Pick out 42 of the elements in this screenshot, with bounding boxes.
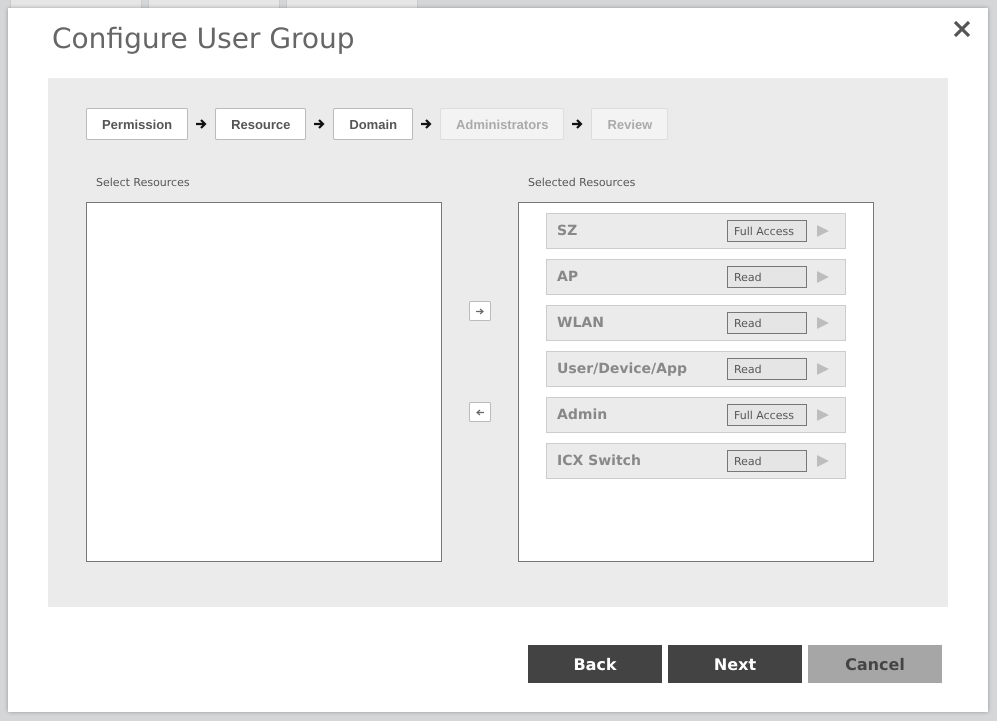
dialog-title: Configure User Group bbox=[52, 22, 356, 57]
resource-row[interactable]: Admin Full Access bbox=[546, 397, 846, 433]
footer-button[interactable]: Back bbox=[528, 645, 662, 683]
access-dropdown[interactable]: Full Access bbox=[727, 404, 807, 426]
access-dropdown[interactable]: Full Access bbox=[727, 220, 807, 242]
list-label: Select Resources bbox=[96, 176, 191, 189]
footer-button[interactable]: Cancel bbox=[808, 645, 942, 683]
wizard-step[interactable]: Resource bbox=[215, 108, 306, 140]
resource-name: WLAN bbox=[557, 315, 605, 331]
wizard-step[interactable]: Permission bbox=[86, 108, 188, 140]
remove-button[interactable] bbox=[469, 402, 491, 422]
resource-name: ICX Switch bbox=[557, 453, 642, 469]
resource-name: User/Device/App bbox=[557, 361, 688, 377]
resource-name: Admin bbox=[557, 407, 608, 423]
resource-row[interactable]: ICX Switch Read bbox=[546, 443, 846, 479]
arrow-icon bbox=[196, 119, 208, 129]
triangle-icon bbox=[817, 271, 829, 283]
access-dropdown[interactable]: Read bbox=[727, 358, 807, 380]
resource-name: SZ bbox=[557, 223, 578, 239]
arrow-icon bbox=[572, 119, 584, 129]
resource-row[interactable]: WLAN Read bbox=[546, 305, 846, 341]
triangle-icon bbox=[817, 317, 829, 329]
resource-row[interactable]: SZ Full Access bbox=[546, 213, 846, 249]
right-arrow-icon bbox=[476, 308, 484, 314]
triangle-icon bbox=[817, 363, 829, 375]
wizard-step[interactable]: Domain bbox=[333, 108, 414, 140]
arrow-icon bbox=[421, 119, 432, 129]
resource-row[interactable]: AP Read bbox=[546, 259, 846, 295]
access-dropdown[interactable]: Read bbox=[727, 266, 807, 288]
add-button[interactable] bbox=[469, 301, 491, 321]
footer-button[interactable]: Next bbox=[668, 645, 802, 683]
arrow-icon bbox=[314, 119, 326, 129]
left-arrow-icon bbox=[476, 408, 484, 416]
access-dropdown[interactable]: Read bbox=[727, 450, 807, 472]
list-label: Selected Resources bbox=[528, 176, 636, 189]
triangle-icon bbox=[817, 225, 829, 237]
resource-name: AP bbox=[557, 269, 580, 285]
close-icon[interactable] bbox=[953, 20, 971, 38]
access-dropdown[interactable]: Read bbox=[727, 312, 807, 334]
triangle-icon bbox=[817, 409, 829, 421]
resource-row[interactable]: User/Device/App Read bbox=[546, 351, 846, 387]
triangle-icon bbox=[817, 455, 829, 467]
